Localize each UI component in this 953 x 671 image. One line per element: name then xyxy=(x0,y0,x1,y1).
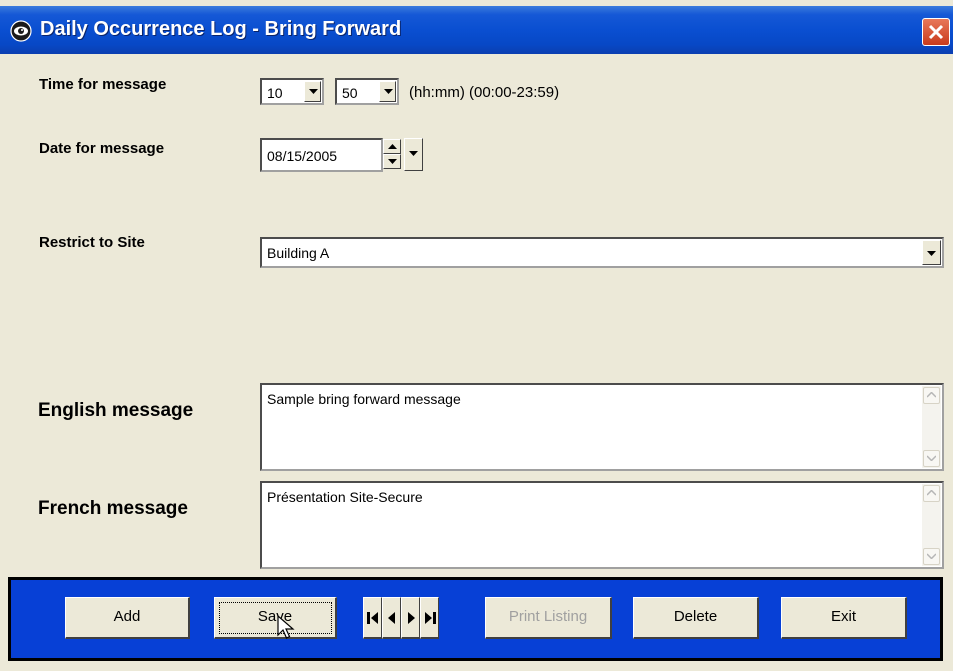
hour-value: 10 xyxy=(267,85,283,101)
mouse-cursor-icon xyxy=(277,615,295,639)
hour-select[interactable]: 10 xyxy=(260,78,324,105)
scroll-down-button[interactable] xyxy=(923,450,940,467)
chevron-down-icon xyxy=(384,89,393,94)
french-message-label: French message xyxy=(38,498,188,519)
hour-dropdown-button[interactable] xyxy=(304,81,321,102)
chevron-up-icon xyxy=(927,392,936,398)
minute-value: 50 xyxy=(342,85,358,101)
dialog-window: Daily Occurrence Log - Bring Forward Tim… xyxy=(0,0,953,671)
english-message-field[interactable]: Sample bring forward message xyxy=(260,383,944,471)
time-format-hint: (hh:mm) (00:00-23:59) xyxy=(409,84,560,101)
date-spin-down[interactable] xyxy=(383,154,401,169)
english-message-text: Sample bring forward message xyxy=(267,391,461,407)
chevron-down-icon xyxy=(409,151,418,156)
arrow-up-icon xyxy=(388,144,397,149)
arrow-down-icon xyxy=(388,159,397,164)
delete-button[interactable]: Delete xyxy=(633,597,759,639)
exit-button[interactable]: Exit xyxy=(781,597,907,639)
close-icon xyxy=(928,24,944,40)
time-label: Time for message xyxy=(39,76,167,93)
prev-record-button[interactable] xyxy=(382,597,401,639)
first-record-button[interactable] xyxy=(363,597,382,639)
button-toolbar: Add Save Print Listing Delete Exit xyxy=(8,577,943,661)
french-message-text: Présentation Site-Secure xyxy=(267,489,423,505)
eye-icon xyxy=(10,20,32,42)
chevron-up-icon xyxy=(927,490,936,496)
french-message-field[interactable]: Présentation Site-Secure xyxy=(260,481,944,569)
date-input[interactable]: 08/15/2005 xyxy=(260,138,383,172)
add-button[interactable]: Add xyxy=(65,597,190,639)
next-record-icon xyxy=(408,612,415,624)
last-record-icon xyxy=(425,612,436,624)
date-spinner[interactable] xyxy=(383,138,403,171)
site-select[interactable]: Building A xyxy=(260,237,944,268)
save-button[interactable]: Save xyxy=(214,597,337,639)
minute-select[interactable]: 50 xyxy=(335,78,399,105)
english-scrollbar[interactable] xyxy=(922,386,941,468)
chevron-down-icon xyxy=(309,89,318,94)
site-dropdown-button[interactable] xyxy=(922,240,941,265)
prev-record-icon xyxy=(388,612,395,624)
chevron-down-icon xyxy=(927,455,936,461)
close-button[interactable] xyxy=(922,18,950,46)
date-spin-up[interactable] xyxy=(383,139,401,154)
first-record-icon xyxy=(367,612,378,624)
site-value: Building A xyxy=(267,245,330,261)
print-listing-button[interactable]: Print Listing xyxy=(485,597,612,639)
date-dropdown-button[interactable] xyxy=(404,138,423,171)
date-label: Date for message xyxy=(39,140,165,157)
english-message-label: English message xyxy=(38,400,194,421)
french-scrollbar[interactable] xyxy=(922,484,941,566)
scroll-down-button[interactable] xyxy=(923,548,940,565)
minute-dropdown-button[interactable] xyxy=(379,81,396,102)
title-bar[interactable]: Daily Occurrence Log - Bring Forward xyxy=(0,6,953,54)
scroll-up-button[interactable] xyxy=(923,387,940,404)
scroll-up-button[interactable] xyxy=(923,485,940,502)
date-value: 08/15/2005 xyxy=(267,148,338,164)
chevron-down-icon xyxy=(927,553,936,559)
site-label: Restrict to Site xyxy=(39,234,145,251)
last-record-button[interactable] xyxy=(420,597,439,639)
next-record-button[interactable] xyxy=(401,597,420,639)
chevron-down-icon xyxy=(927,251,936,256)
window-title: Daily Occurrence Log - Bring Forward xyxy=(40,18,402,40)
